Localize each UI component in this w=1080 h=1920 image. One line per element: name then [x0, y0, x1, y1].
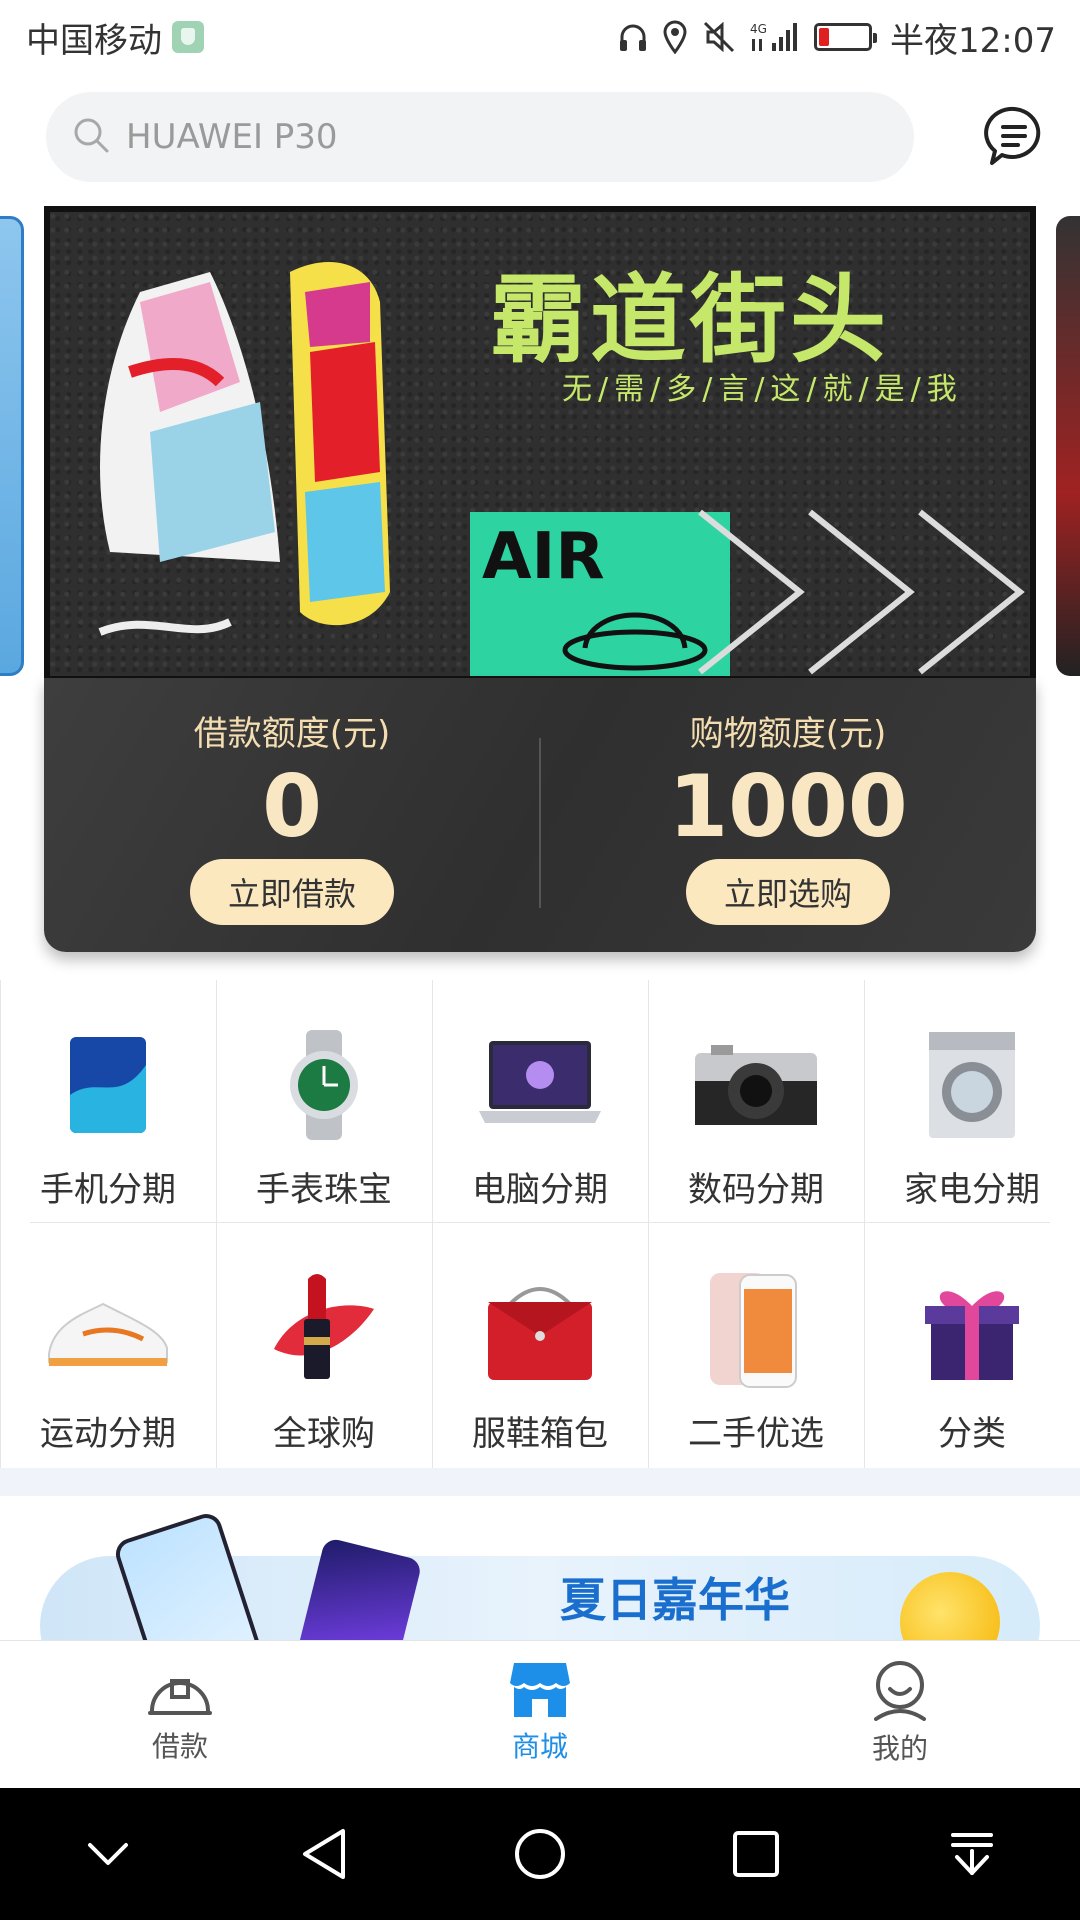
location-icon — [662, 20, 688, 54]
back-button[interactable] — [284, 1814, 364, 1894]
category-sports[interactable]: 运动分期 — [0, 1224, 216, 1466]
clock: 半夜12:07 — [890, 20, 1056, 61]
mute-icon — [702, 20, 736, 54]
search-bar[interactable] — [46, 92, 914, 182]
banner-title: 霸道街头 — [490, 264, 890, 376]
pull-down-icon — [951, 1833, 993, 1875]
grid-divider — [30, 1222, 1050, 1223]
shopping-limit-section: 购物额度(元) 1000 立即选购 — [540, 678, 1036, 952]
profile-icon — [874, 1661, 926, 1721]
recents-square-icon — [733, 1831, 779, 1877]
category-label: 手机分期 — [40, 1170, 176, 1210]
laptop-icon — [475, 1020, 605, 1150]
promo-banner[interactable]: 夏日嘉年华 — [40, 1512, 1040, 1640]
nav-profile[interactable]: 我的 — [720, 1641, 1080, 1788]
camera-icon — [691, 1020, 821, 1150]
washing-machine-icon — [907, 1020, 1037, 1150]
search-input[interactable] — [126, 117, 826, 157]
status-left: 中国移动 — [26, 13, 204, 62]
sneakers-image — [98, 262, 390, 636]
section-separator — [0, 1468, 1080, 1496]
category-secondhand[interactable]: 二手优选 — [648, 1224, 864, 1466]
category-appliance[interactable]: 家电分期 — [864, 980, 1080, 1222]
chevrons-decoration — [698, 509, 1025, 675]
recents-button[interactable] — [716, 1814, 796, 1894]
status-right: 4G 半夜12:07 — [618, 13, 1056, 62]
phone-icon — [43, 1020, 173, 1150]
iphone-icon — [691, 1264, 821, 1394]
watch-icon — [259, 1020, 389, 1150]
promo-title: 夏日嘉年华 — [560, 1573, 790, 1627]
handbag-icon — [475, 1264, 605, 1394]
home-circle-icon — [515, 1829, 565, 1879]
borrow-now-button[interactable]: 立即借款 — [190, 859, 394, 925]
message-icon — [984, 106, 1041, 165]
nav-label: 商城 — [511, 1730, 568, 1763]
carousel-next-slide[interactable] — [1056, 216, 1080, 676]
loan-icon — [148, 1679, 212, 1715]
banner-carousel[interactable]: 霸道街头 无/需/多/言/这/就/是/我 AIR — [0, 206, 1080, 682]
signal-icon: 4G — [750, 21, 800, 53]
category-grid: 手机分期 手表珠宝 电脑分期 数码分期 家电分期 运动分期 全球购 服鞋箱包 二… — [0, 980, 1080, 1468]
nav-label: 我的 — [871, 1732, 928, 1765]
nav-loan[interactable]: 借款 — [0, 1641, 360, 1788]
category-label: 二手优选 — [688, 1414, 824, 1454]
category-global[interactable]: 全球购 — [216, 1224, 432, 1466]
search-icon — [72, 116, 110, 158]
carousel-prev-slide[interactable] — [0, 216, 24, 676]
notification-pull-button[interactable] — [932, 1814, 1012, 1894]
nav-store[interactable]: 商城 — [360, 1641, 720, 1788]
category-laptop[interactable]: 电脑分期 — [432, 980, 648, 1222]
category-camera[interactable]: 数码分期 — [648, 980, 864, 1222]
back-triangle-icon — [303, 1829, 345, 1879]
banner-subtitle: 无/需/多/言/这/就/是/我 — [562, 372, 963, 407]
home-button[interactable] — [500, 1814, 580, 1894]
loan-limit-value: 0 — [262, 757, 322, 857]
sneaker-icon — [43, 1264, 173, 1394]
shield-badge-icon — [172, 21, 204, 53]
category-label: 运动分期 — [40, 1414, 176, 1454]
network-type: 4G — [750, 22, 767, 36]
shopping-limit-label: 购物额度(元) — [689, 714, 887, 754]
category-label: 家电分期 — [904, 1170, 1040, 1210]
status-bar: 中国移动 4G 半夜12:07 — [0, 0, 1080, 74]
hat-icon — [562, 612, 708, 671]
carrier-name: 中国移动 — [26, 20, 162, 61]
hide-nav-button[interactable] — [68, 1814, 148, 1894]
shopping-limit-value: 1000 — [668, 757, 908, 857]
category-phone[interactable]: 手机分期 — [0, 980, 216, 1222]
message-button[interactable] — [974, 96, 1054, 176]
banner-slide[interactable]: 霸道街头 无/需/多/言/这/就/是/我 AIR — [44, 206, 1036, 682]
headphones-icon — [618, 21, 648, 53]
category-clothing[interactable]: 服鞋箱包 — [432, 1224, 648, 1466]
store-icon — [510, 1663, 570, 1717]
category-label: 手表珠宝 — [256, 1170, 392, 1210]
category-label: 服鞋箱包 — [472, 1414, 608, 1454]
category-label: 数码分期 — [688, 1170, 824, 1210]
category-label: 电脑分期 — [472, 1170, 608, 1210]
loan-limit-label: 借款额度(元) — [193, 714, 391, 754]
category-label: 全球购 — [273, 1414, 375, 1454]
lipstick-icon — [259, 1264, 389, 1394]
bottom-nav: 借款 商城 我的 — [0, 1640, 1080, 1788]
nav-label: 借款 — [151, 1730, 208, 1763]
category-label: 分类 — [938, 1414, 1006, 1454]
system-nav-bar — [0, 1788, 1080, 1920]
battery-icon — [814, 23, 878, 51]
search-header — [46, 92, 1046, 184]
chevron-down-icon — [88, 1843, 128, 1865]
credit-limit-card: 借款额度(元) 0 立即借款 购物额度(元) 1000 立即选购 — [44, 678, 1036, 952]
category-all[interactable]: 分类 — [864, 1224, 1080, 1466]
gift-icon — [907, 1264, 1037, 1394]
loan-limit-section: 借款额度(元) 0 立即借款 — [44, 678, 540, 952]
category-watch[interactable]: 手表珠宝 — [216, 980, 432, 1222]
shop-now-button[interactable]: 立即选购 — [686, 859, 890, 925]
